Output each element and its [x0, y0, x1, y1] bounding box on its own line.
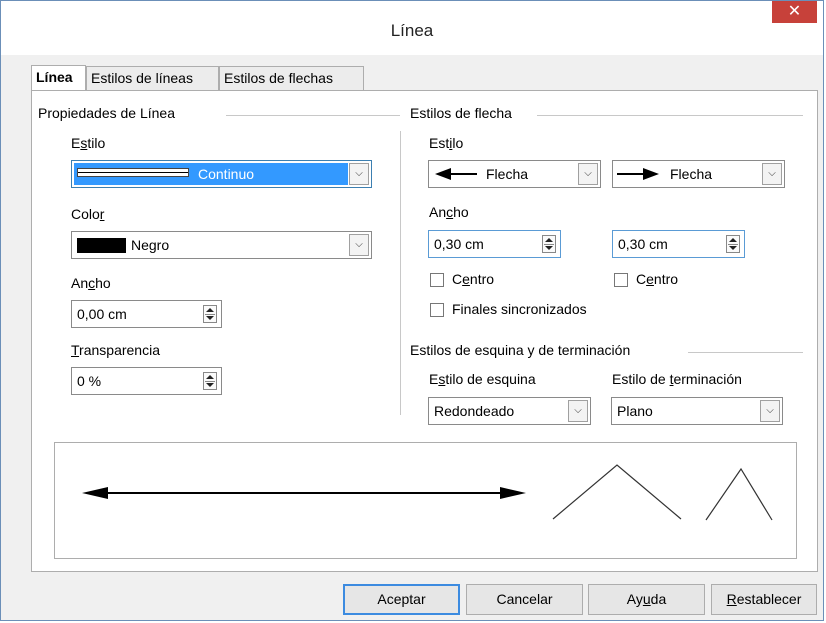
center-start-checkbox[interactable] — [430, 273, 444, 287]
line-style-preview — [77, 168, 189, 177]
corner-style-dropdown-button[interactable]: ⌵ — [568, 400, 588, 422]
arrow-styles-separator — [537, 115, 803, 116]
center-end-label: Centro — [636, 271, 679, 287]
sync-ends-label: Finales sincronizados — [452, 301, 587, 317]
tab-linea-label: Línea — [36, 69, 73, 85]
transparency-spinner[interactable] — [203, 372, 217, 390]
chevron-down-icon: ⌵ — [584, 168, 592, 179]
arrow-styles-title: Estilos de flecha — [410, 105, 512, 121]
preview-corner-shape — [552, 464, 682, 520]
tab-linea[interactable]: Línea — [31, 65, 86, 91]
start-arrow-width-spinner[interactable] — [542, 235, 556, 253]
line-style-dropdown-button[interactable]: ⌵ — [349, 163, 369, 185]
chevron-down-icon: ⌵ — [768, 168, 776, 179]
end-arrow-dropdown-button[interactable]: ⌵ — [762, 163, 782, 185]
corner-style-select[interactable]: Redondeado ⌵ — [428, 397, 591, 425]
sync-ends-checkbox[interactable] — [430, 303, 444, 317]
tab-estilos-de-flechas-label: Estilos de flechas — [224, 70, 333, 86]
chevron-down-icon: ⌵ — [355, 239, 363, 250]
end-arrow-width-spinner[interactable] — [726, 235, 740, 253]
chevron-down-icon: ⌵ — [355, 168, 363, 179]
start-arrow-select[interactable]: Flecha ⌵ — [428, 160, 601, 188]
start-arrow-value: Flecha — [486, 166, 529, 182]
transparency-label: Transparencia — [71, 342, 160, 358]
end-arrow-value: Flecha — [670, 166, 713, 182]
transparency-field[interactable]: 0 % — [71, 367, 222, 395]
tab-estilos-de-flechas[interactable]: Estilos de flechas — [219, 66, 364, 90]
cap-style-select[interactable]: Plano ⌵ — [611, 397, 783, 425]
reset-button[interactable]: Restablecer — [711, 584, 817, 615]
ok-button[interactable]: Aceptar — [343, 584, 460, 615]
chevron-down-icon: ⌵ — [766, 405, 774, 416]
line-preview — [54, 442, 797, 559]
arrow-style-label: Estilo — [429, 135, 464, 151]
close-button[interactable]: ✕ — [772, 1, 817, 23]
preview-cap-shape — [705, 467, 773, 521]
transparency-value: 0 % — [77, 373, 102, 389]
end-arrow-select[interactable]: Flecha ⌵ — [612, 160, 785, 188]
line-color-select[interactable]: Negro ⌵ — [71, 231, 372, 259]
cap-style-dropdown-button[interactable]: ⌵ — [760, 400, 780, 422]
line-style-select[interactable]: Continuo ⌵ — [71, 160, 372, 188]
corner-cap-title: Estilos de esquina y de terminación — [410, 342, 631, 358]
line-width-label: Ancho — [71, 275, 111, 291]
cap-style-label: Estilo de terminación — [612, 371, 742, 387]
start-arrow-width-value: 0,30 cm — [434, 236, 484, 252]
tab-estilos-de-lineas[interactable]: Estilos de líneas — [86, 66, 219, 90]
vertical-separator — [400, 131, 401, 415]
tab-panel: Propiedades de Línea Estilo Continuo ⌵ C… — [31, 90, 818, 572]
line-properties-separator — [226, 115, 400, 116]
cap-style-value: Plano — [617, 403, 653, 419]
corner-style-value: Redondeado — [434, 403, 515, 419]
help-button[interactable]: Ayuda — [588, 584, 705, 615]
close-icon: ✕ — [787, 3, 802, 20]
center-end-checkbox[interactable] — [614, 273, 628, 287]
line-style-label: Estilo — [71, 135, 106, 151]
arrow-left-icon — [435, 168, 477, 180]
line-width-value: 0,00 cm — [77, 306, 127, 322]
arrow-right-icon — [617, 168, 659, 180]
line-properties-title: Propiedades de Línea — [38, 105, 175, 121]
dialog-title: Línea — [390, 21, 434, 40]
cancel-button[interactable]: Cancelar — [466, 584, 583, 615]
start-arrow-width-field[interactable]: 0,30 cm — [428, 230, 561, 258]
preview-arrow-line — [82, 487, 526, 499]
line-width-field[interactable]: 0,00 cm — [71, 300, 222, 328]
line-dialog: Línea ✕ Línea Estilos de líneas Estilos … — [0, 0, 824, 621]
line-color-dropdown-button[interactable]: ⌵ — [349, 234, 369, 256]
line-color-label: Color — [71, 206, 105, 222]
end-arrow-width-value: 0,30 cm — [618, 236, 668, 252]
title-bar: Línea ✕ — [1, 1, 823, 55]
tab-estilos-de-lineas-label: Estilos de líneas — [91, 70, 193, 86]
corner-style-label: Estilo de esquina — [429, 371, 536, 387]
corner-cap-separator — [688, 352, 803, 353]
line-style-value: Continuo — [198, 166, 255, 182]
center-start-label: Centro — [452, 271, 495, 287]
line-width-spinner[interactable] — [203, 305, 217, 323]
end-arrow-width-field[interactable]: 0,30 cm — [612, 230, 745, 258]
line-color-value: Negro — [131, 237, 170, 253]
preview-drawing — [82, 464, 773, 521]
color-swatch — [77, 238, 126, 253]
arrow-width-label: Ancho — [429, 204, 469, 220]
start-arrow-dropdown-button[interactable]: ⌵ — [578, 163, 598, 185]
chevron-down-icon: ⌵ — [574, 405, 582, 416]
